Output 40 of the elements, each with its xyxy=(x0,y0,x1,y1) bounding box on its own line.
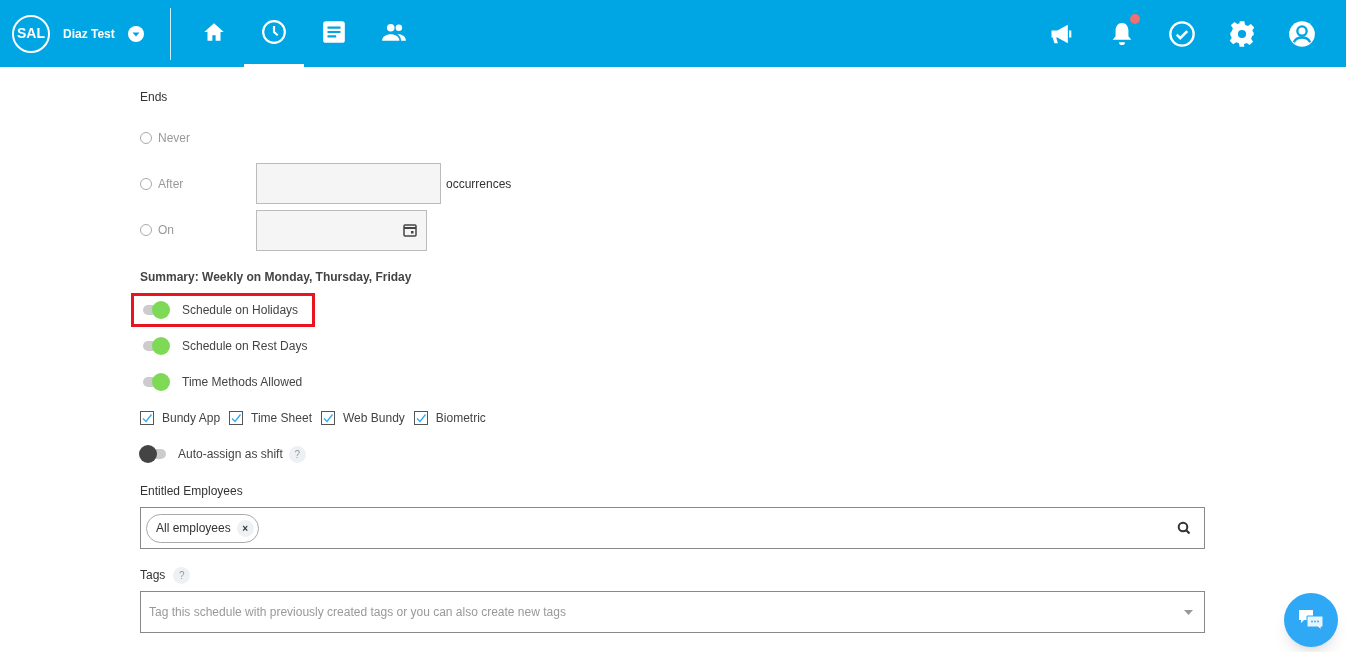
checkbox-label: Time Sheet xyxy=(251,410,312,427)
chat-bubbles-icon[interactable] xyxy=(1297,608,1325,632)
chat-button[interactable] xyxy=(1284,593,1338,647)
check-circle-icon[interactable] xyxy=(1168,19,1196,48)
toggle-label: Schedule on Rest Days xyxy=(182,338,308,355)
date-input[interactable] xyxy=(256,209,427,251)
employees-field[interactable]: All employees × xyxy=(140,507,1205,549)
search-icon[interactable] xyxy=(1177,521,1191,535)
option-label: On xyxy=(158,222,175,239)
entitled-employees-label: Entitled Employees xyxy=(140,483,244,500)
clock-icon xyxy=(261,19,287,45)
checkbox[interactable] xyxy=(413,411,428,425)
toggle-label: Time Methods Allowed xyxy=(182,374,303,391)
help-badge[interactable]: ? xyxy=(173,566,191,584)
summary-text: Summary: Weekly on Monday, Thursday, Friday xyxy=(140,269,413,286)
remove-chip-button[interactable]: × xyxy=(236,519,254,537)
dropdown-icon[interactable] xyxy=(127,25,144,42)
ends-label: Ends xyxy=(140,89,169,106)
document-icon xyxy=(321,19,347,45)
checkbox-label: Biometric xyxy=(435,410,486,427)
logo[interactable]: SAL xyxy=(12,14,50,53)
caret-icon[interactable] xyxy=(1184,610,1193,615)
checkbox-label: Bundy App xyxy=(162,410,221,427)
option-label: Never xyxy=(158,130,191,147)
option-label: After xyxy=(158,175,185,193)
checkbox-label: Web Bundy xyxy=(343,410,405,427)
help-badge[interactable]: ? xyxy=(288,445,306,463)
checkbox[interactable] xyxy=(140,411,154,425)
toggle-label: Schedule on Holidays xyxy=(182,302,299,319)
account-name[interactable]: Diaz Test xyxy=(63,24,115,43)
tags-label: Tags xyxy=(140,567,166,584)
checkbox[interactable] xyxy=(229,411,244,425)
checkbox[interactable] xyxy=(321,411,335,425)
unit-label: occurrences xyxy=(446,175,512,193)
toggle-label: Auto-assign as shift xyxy=(178,446,283,463)
user-icon[interactable] xyxy=(1288,19,1316,48)
occurrences-input[interactable] xyxy=(256,163,441,204)
tags-dropdown[interactable]: Tag this schedule with previously created tags or you can also create new tags xyxy=(140,591,1205,633)
settings-icon[interactable] xyxy=(1228,19,1256,48)
calendar-icon[interactable] xyxy=(403,223,417,237)
